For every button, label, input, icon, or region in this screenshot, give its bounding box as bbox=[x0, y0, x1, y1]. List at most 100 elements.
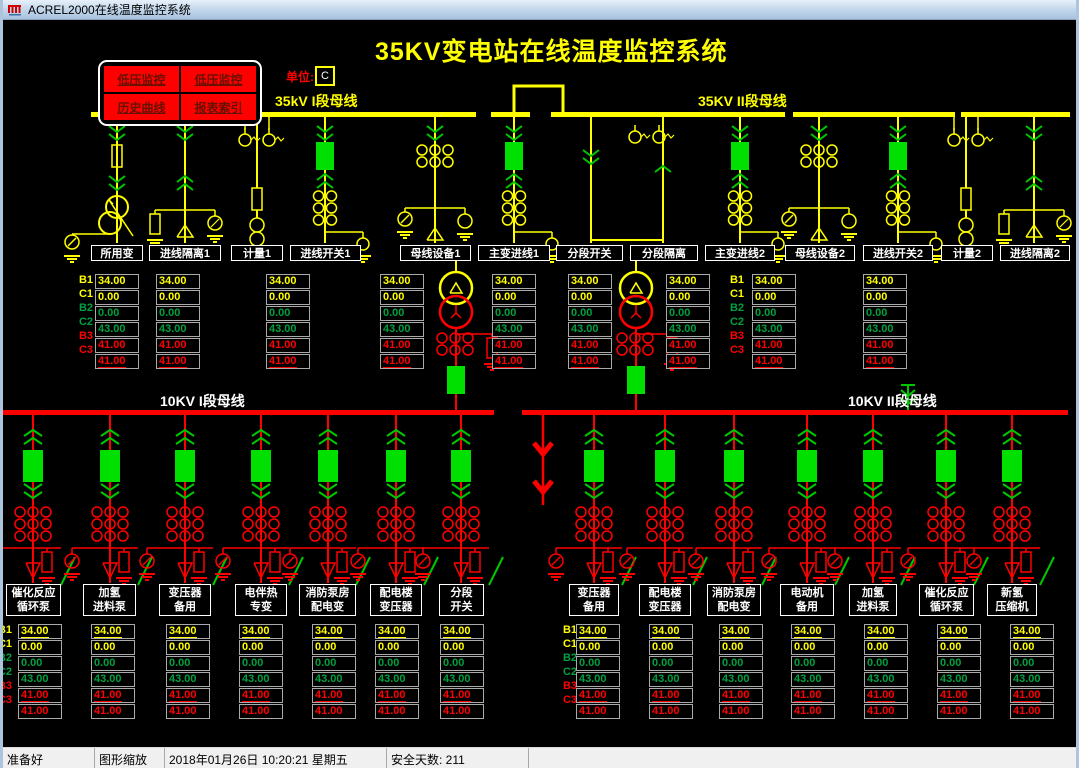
readout-value: 0.00 bbox=[937, 656, 981, 671]
readout-row-label: C3 bbox=[729, 344, 744, 356]
readout-value: 0.00 bbox=[440, 656, 484, 671]
bottom-bay-label-12[interactable]: 催化反应 循环泵 bbox=[919, 584, 974, 616]
readout-row-label: B3 bbox=[78, 330, 93, 342]
readout-value: 41.00 bbox=[166, 688, 210, 703]
readout-value: 0.00 bbox=[649, 640, 693, 655]
top-bay-label-0[interactable]: 所用变 bbox=[91, 245, 143, 261]
bottom-bay-label-10[interactable]: 电动机 备用 bbox=[780, 584, 834, 616]
top-bay-label-11[interactable]: 计量2 bbox=[941, 245, 993, 261]
readout-value: 43.00 bbox=[95, 322, 139, 337]
readout-value: 41.00 bbox=[380, 338, 424, 353]
readout-value: 41.00 bbox=[492, 354, 536, 369]
readout-row-label: C3 bbox=[3, 694, 12, 706]
readout-row-label: B1 bbox=[562, 624, 577, 636]
readout-column: 34.00 0.00 0.00 43.00 41.00 41.00 bbox=[649, 624, 693, 720]
readout-value: 0.00 bbox=[156, 290, 200, 305]
top-bay-label-4[interactable]: 母线设备1 bbox=[400, 245, 471, 261]
readout-value: 34.00 bbox=[266, 274, 310, 289]
readout-value: 41.00 bbox=[937, 704, 981, 719]
bottom-bay-label-1[interactable]: 加氢 进料泵 bbox=[83, 584, 136, 616]
bottom-bay-label-5[interactable]: 配电楼 变压器 bbox=[370, 584, 422, 616]
bottom-bay-label-0[interactable]: 催化反应 循环泵 bbox=[6, 584, 61, 616]
readout-value: 0.00 bbox=[266, 290, 310, 305]
readout-value: 0.00 bbox=[791, 640, 835, 655]
readout-value: 41.00 bbox=[864, 704, 908, 719]
top-bay-label-1[interactable]: 进线隔离1 bbox=[149, 245, 221, 261]
readout-value: 34.00 bbox=[863, 274, 907, 289]
app-icon bbox=[8, 4, 21, 15]
readout-value: 34.00 bbox=[156, 274, 200, 289]
menu-item-1[interactable]: 低压监控 bbox=[181, 66, 256, 92]
readout-value: 34.00 bbox=[18, 624, 62, 639]
readout-value: 43.00 bbox=[1010, 672, 1054, 687]
readout-value: 41.00 bbox=[239, 704, 283, 719]
readout-value: 0.00 bbox=[239, 640, 283, 655]
top-bay-label-5[interactable]: 主变进线1 bbox=[478, 245, 550, 261]
readout-value: 43.00 bbox=[440, 672, 484, 687]
bottom-bay-label-11[interactable]: 加氢 进料泵 bbox=[849, 584, 897, 616]
bottom-bay-label-13[interactable]: 新氢 压缩机 bbox=[987, 584, 1037, 616]
top-bay-label-2[interactable]: 计量1 bbox=[231, 245, 283, 261]
menu-item-3[interactable]: 报表索引 bbox=[181, 94, 256, 120]
readout-value: 0.00 bbox=[375, 656, 419, 671]
readout-value: 41.00 bbox=[312, 688, 356, 703]
top-bay-label-8[interactable]: 主变进线2 bbox=[705, 245, 775, 261]
bottom-bay-label-7[interactable]: 变压器 备用 bbox=[569, 584, 619, 616]
readout-value: 43.00 bbox=[266, 322, 310, 337]
readout-value: 43.00 bbox=[18, 672, 62, 687]
bottom-bay-label-3[interactable]: 电伴热 专变 bbox=[235, 584, 287, 616]
top-bay-label-6[interactable]: 分段开关 bbox=[556, 245, 623, 261]
readout-value: 0.00 bbox=[864, 640, 908, 655]
readout-column: 34.00 0.00 0.00 43.00 41.00 41.00 bbox=[791, 624, 835, 720]
readout-value: 41.00 bbox=[864, 688, 908, 703]
unit-selector[interactable]: C bbox=[315, 66, 335, 86]
bottom-bay-label-6[interactable]: 分段 开关 bbox=[439, 584, 484, 616]
readout-value: 0.00 bbox=[18, 656, 62, 671]
bottom-bay-label-9[interactable]: 消防泵房 配电变 bbox=[707, 584, 761, 616]
readout-value: 0.00 bbox=[752, 290, 796, 305]
readout-value: 34.00 bbox=[666, 274, 710, 289]
readout-column: 34.00 0.00 0.00 43.00 41.00 41.00 bbox=[91, 624, 135, 720]
readout-value: 43.00 bbox=[864, 672, 908, 687]
readout-column: 34.00 0.00 0.00 43.00 41.00 41.00 bbox=[719, 624, 763, 720]
one-line-diagram bbox=[3, 84, 1072, 586]
readout-value: 0.00 bbox=[375, 640, 419, 655]
readout-value: 34.00 bbox=[312, 624, 356, 639]
readout-column: 34.00 0.00 0.00 43.00 41.00 41.00 bbox=[666, 274, 710, 370]
bottom-bay-label-8[interactable]: 配电楼 变压器 bbox=[639, 584, 691, 616]
readout-value: 41.00 bbox=[95, 338, 139, 353]
top-bay-label-9[interactable]: 母线设备2 bbox=[785, 245, 855, 261]
top-bay-label-7[interactable]: 分段隔离 bbox=[630, 245, 698, 261]
readout-row-label: B2 bbox=[729, 302, 744, 314]
menu-item-2[interactable]: 历史曲线 bbox=[104, 94, 179, 120]
window-titlebar: ACREL2000在线温度监控系统 bbox=[3, 0, 1076, 20]
top-bay-label-12[interactable]: 进线隔离2 bbox=[1000, 245, 1070, 261]
readout-row-label: B1 bbox=[78, 274, 93, 286]
readout-value: 0.00 bbox=[91, 656, 135, 671]
top-bay-label-3[interactable]: 进线开关1 bbox=[290, 245, 361, 261]
readout-column: 34.00 0.00 0.00 43.00 41.00 41.00 bbox=[239, 624, 283, 720]
status-safety-days: 安全天数: 211 bbox=[387, 748, 529, 768]
top-bay-label-10[interactable]: 进线开关2 bbox=[863, 245, 933, 261]
readout-value: 0.00 bbox=[791, 656, 835, 671]
readout-value: 43.00 bbox=[666, 322, 710, 337]
readout-value: 41.00 bbox=[791, 688, 835, 703]
readout-row-label: C2 bbox=[729, 316, 744, 328]
readout-value: 0.00 bbox=[649, 656, 693, 671]
readout-row-label: C1 bbox=[562, 638, 577, 650]
readout-column: 34.00 0.00 0.00 43.00 41.00 41.00 bbox=[492, 274, 536, 370]
readout-value: 41.00 bbox=[375, 688, 419, 703]
readout-value: 41.00 bbox=[440, 688, 484, 703]
readout-value: 34.00 bbox=[864, 624, 908, 639]
readout-row-label: C1 bbox=[3, 638, 12, 650]
menu-item-0[interactable]: 低压监控 bbox=[104, 66, 179, 92]
readout-value: 0.00 bbox=[95, 306, 139, 321]
readout-column: 34.00 0.00 0.00 43.00 41.00 41.00 bbox=[863, 274, 907, 370]
readout-value: 41.00 bbox=[791, 704, 835, 719]
readout-value: 0.00 bbox=[1010, 640, 1054, 655]
readout-column: 34.00 0.00 0.00 43.00 41.00 41.00 bbox=[156, 274, 200, 370]
readout-row-label: C1 bbox=[78, 288, 93, 300]
readout-row-label: B1 bbox=[729, 274, 744, 286]
bottom-bay-label-2[interactable]: 变压器 备用 bbox=[159, 584, 211, 616]
bottom-bay-label-4[interactable]: 消防泵房 配电变 bbox=[299, 584, 356, 616]
